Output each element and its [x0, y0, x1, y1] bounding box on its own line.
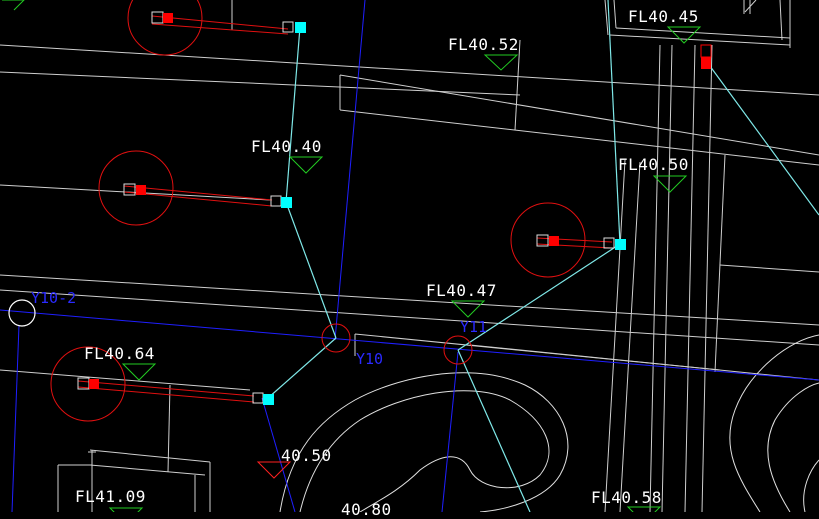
level-label-fl4058[interactable]: FL40.58 — [591, 490, 662, 506]
red-marker — [136, 185, 146, 195]
grid-axis-lines — [0, 0, 819, 512]
red-marker — [701, 57, 711, 69]
cyan-marker — [615, 239, 626, 250]
level-label-fl4109[interactable]: FL41.09 — [75, 489, 146, 505]
level-label-fl4040[interactable]: FL40.40 — [251, 139, 322, 155]
wall-ticks — [88, 0, 751, 453]
branch-pipes — [77, 11, 615, 404]
cad-drawing-canvas[interactable] — [0, 0, 819, 512]
level-label-fl4047[interactable]: FL40.47 — [426, 283, 497, 299]
red-marker — [549, 236, 559, 246]
level-label-fl4064[interactable]: FL40.64 — [84, 346, 155, 362]
grid-label-y11[interactable]: Y11 — [460, 320, 487, 335]
spot-level-label-4050[interactable]: 40.50 — [281, 448, 332, 464]
wall-lines — [0, 0, 819, 512]
grid-label-y10[interactable]: Y10 — [356, 352, 383, 367]
red-marker — [163, 13, 173, 23]
red-marker — [89, 379, 99, 389]
spot-level-label-4080[interactable]: 40.80 — [341, 502, 392, 518]
cyan-marker — [263, 394, 274, 405]
cyan-marker — [281, 197, 292, 208]
level-label-fl4050[interactable]: FL40.50 — [618, 157, 689, 173]
level-label-fl4045[interactable]: FL40.45 — [628, 9, 699, 25]
grid-label-y10-2[interactable]: Y10-2 — [31, 291, 76, 306]
cyan-marker — [295, 22, 306, 33]
level-label-fl4052[interactable]: FL40.52 — [448, 37, 519, 53]
